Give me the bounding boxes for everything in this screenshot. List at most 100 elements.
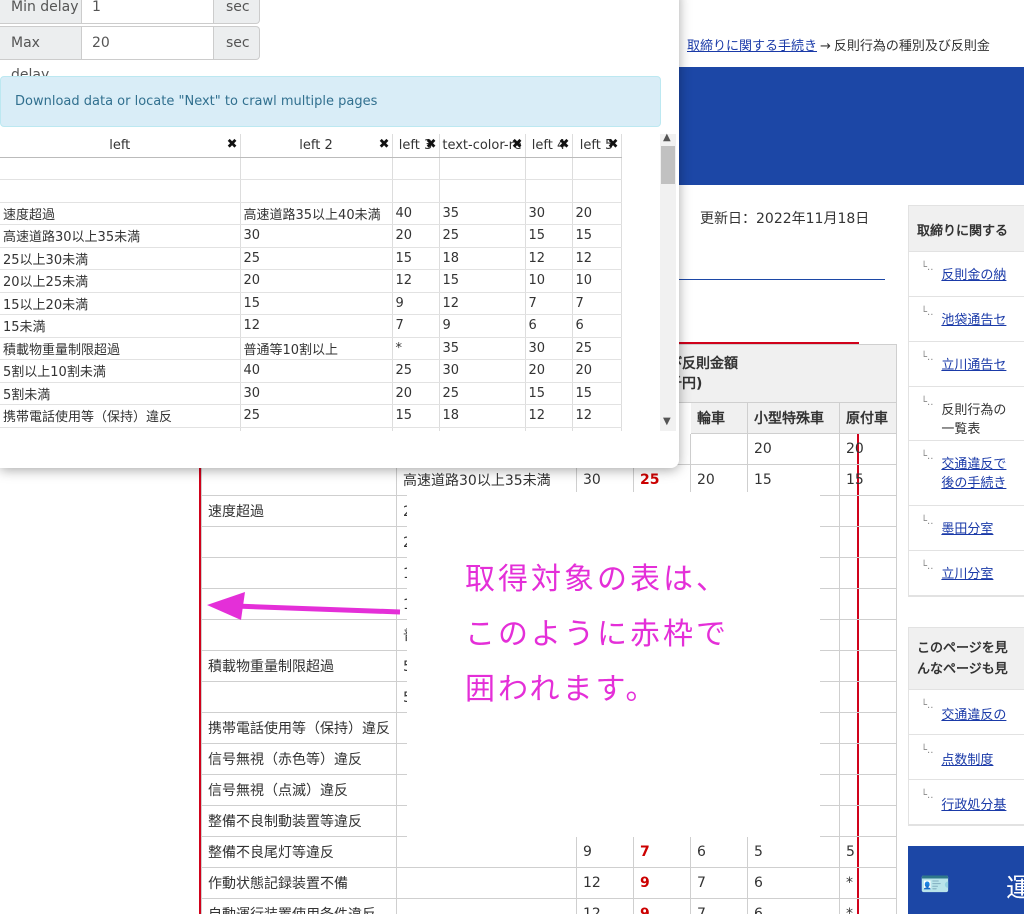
grid-cell: 30 [439,359,526,383]
grid-cell: 12 [572,404,622,428]
table-cell: 12 [576,867,634,899]
tree-branch-icon: └.. [921,397,934,408]
grid-row: 15以上20未満 15 9 12 7 7 [0,292,622,315]
annotation-arrow-icon [207,592,401,620]
grid-cell: 15未満 [0,314,241,338]
table-cell: 30 [576,464,634,496]
table-cell [201,681,397,713]
grid-cell: 5割未満 [0,382,241,405]
grid-cell: 35 [439,337,526,360]
sidebar-item[interactable]: └.. 反則金の納 [909,252,1024,297]
remove-column-icon[interactable]: ✖ [608,137,619,152]
sidebar-item[interactable]: └.. 立川分室 [909,551,1024,596]
sidebar-item[interactable]: └.. 墨田分室 [909,506,1024,551]
table-row: 作動状態記録装置不備 12 9 7 6 * [201,867,897,899]
table-cell: 12 [576,898,634,914]
sidebar-item-label[interactable]: 立川通告セ [941,356,1006,375]
remove-column-icon[interactable]: ✖ [426,137,437,152]
grid-cell [0,179,241,203]
sidebar2-item[interactable]: └.. 点数制度 [909,735,1024,780]
grid-cell: 12 [525,404,573,428]
scraper-popup: Min delay 1 sec Max delay 20 sec Downloa… [0,0,679,468]
grid-column-header: left 4 ✖ [525,134,573,158]
sidebar-item[interactable]: └.. 池袋通告セ [909,297,1024,342]
grid-scrollbar[interactable]: ▲ ▼ [660,132,676,431]
sidebar2-heading: このページを見 んなページも見 [909,628,1024,690]
sidebar-item-label[interactable]: 池袋通告セ [941,311,1006,330]
breadcrumb-link[interactable]: 取締りに関する手続き [687,39,817,54]
table-cell [839,526,897,558]
grid-row: 20以上25未満 20 12 15 10 10 [0,269,622,293]
grid-row: 積載物重量制限超過 普通等10割以上 * 35 30 25 [0,337,622,360]
grid-cell: 高速道路30以上35未満 [0,224,241,248]
scroll-up-icon[interactable]: ▲ [663,132,671,143]
remove-column-icon[interactable]: ✖ [512,137,523,152]
grid-row [0,157,622,180]
table-cell: 25 [633,464,691,496]
grid-column-header: left 3 ✖ [392,134,440,158]
table-cell [396,898,577,914]
grid-cell [572,157,622,180]
sidebar-item-label[interactable]: 交通違反で 後の手続き [941,455,1006,493]
grid-column-header: left 2 ✖ [240,134,393,158]
grid-column-header: left 5 ✖ [572,134,622,158]
min-delay-input[interactable]: 1 [82,0,214,24]
max-delay-input[interactable]: 20 [82,26,214,60]
grid-cell: 10 [572,269,622,293]
remove-column-icon[interactable]: ✖ [379,137,390,152]
grid-cell: 15以上20未満 [0,292,241,315]
grid-row [0,179,622,203]
grid-cell: 12 [572,247,622,270]
sidebar2-item[interactable]: └.. 交通違反の [909,690,1024,735]
table-cell [839,619,897,651]
id-card-car-icon: 🪪 [920,870,950,898]
table-cell: 速度超過 [201,495,397,527]
grid-cell: 15 [525,382,573,405]
table-row: 自動運行装置使用条件違反 12976* [201,898,897,914]
grid-cell: 12 [439,292,526,315]
sidebar-item-label[interactable]: 立川分室 [941,565,993,584]
updated-date: 更新日：2022年11月18日 [700,211,870,227]
license-button[interactable]: 🪪 運 [908,846,1024,914]
sidebar2-item-label[interactable]: 交通違反の [941,704,1006,723]
table-cell [201,526,397,558]
grid-row: 速度超過 高速道路35以上40未満 40 35 30 20 [0,202,622,225]
grid-cell: 積載物重量制限超過 [0,337,241,360]
grid-cell: 6 [572,314,622,338]
grid-cell [240,179,393,203]
grid-column-label: text-color-re [442,137,522,153]
table-cell: 20 [839,433,897,465]
grid-row: 5割未満 30 20 25 15 15 [0,382,622,405]
grid-cell: 15 [392,247,440,270]
grid-column-header: text-color-re ✖ [439,134,526,158]
breadcrumb-arrow: → [820,39,831,54]
sidebar2-item-label[interactable]: 行政処分基 [941,794,1006,813]
table-cell: 6 [747,867,840,899]
tree-branch-icon: └.. [921,700,934,711]
grid-cell: 速度超過 [0,202,241,225]
sidebar-item[interactable]: └.. 交通違反で 後の手続き [909,441,1024,506]
grid-cell: 15 [392,404,440,428]
table-cell [201,557,397,589]
tree-branch-icon: └.. [921,745,934,756]
grid-cell [240,157,393,180]
remove-column-icon[interactable]: ✖ [227,137,238,152]
grid-cell: 9 [439,314,526,338]
scroll-thumb[interactable] [661,146,675,184]
grid-cell: 20 [392,224,440,248]
grid-cell: 30 [525,337,573,360]
table-col-header: 輪車 [690,402,748,434]
sidebar-item-label[interactable]: 反則金の納 [941,266,1006,285]
sidebar-item-label[interactable]: 墨田分室 [941,520,993,539]
grid-cell: 6 [572,427,622,431]
breadcrumb: 取締りに関する手続き → 反則行為の種別及び反則金 [687,35,990,54]
sidebar-item[interactable]: └.. 立川通告セ [909,342,1024,387]
grid-cell [439,157,526,180]
sidebar2-item-label[interactable]: 点数制度 [941,749,993,768]
sidebar2-item[interactable]: └.. 行政処分基 [909,780,1024,825]
tree-branch-icon: └.. [921,561,934,572]
grid-column-header: left ✖ [0,134,241,158]
remove-column-icon[interactable]: ✖ [559,137,570,152]
scroll-down-icon[interactable]: ▼ [663,416,671,427]
grid-cell: 30 [240,224,393,248]
